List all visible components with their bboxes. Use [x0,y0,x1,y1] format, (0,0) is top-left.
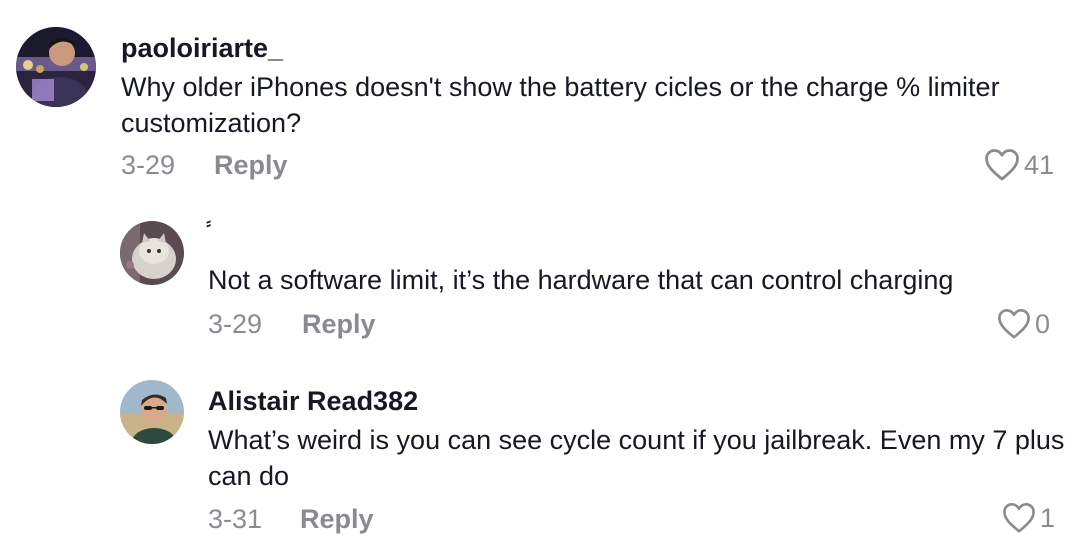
heart-icon [985,149,1019,181]
reply-button[interactable]: Reply [300,503,374,535]
comment-text: Why older iPhones doesn't show the batte… [121,72,1000,138]
comment-username[interactable]: Alistair Read382 [208,385,418,417]
reply-comment-item: ⸗ Not a software limit, it’s the hardwar… [0,190,1082,350]
heart-icon [1003,503,1035,533]
cat-avatar-icon [120,221,184,285]
comment-username[interactable]: ⸗ [206,214,211,234]
comment-text: What’s weird is you can see cycle count … [208,425,1065,491]
like-button[interactable]: 41 [984,148,1054,182]
heart-icon [998,309,1030,339]
comment-item: paoloiriarte_ Why older iPhones doesn't … [0,0,1082,190]
reply-button[interactable]: Reply [302,308,376,340]
like-button[interactable]: 0 [997,308,1050,340]
comment-username[interactable]: paoloiriarte_ [121,32,283,64]
like-button[interactable]: 1 [1002,502,1055,534]
reply-button[interactable]: Reply [214,149,288,181]
avatar[interactable] [16,27,96,107]
avatar[interactable] [120,380,184,444]
user-avatar-icon [16,27,96,107]
comment-date: 3-29 [208,309,263,339]
comment-text: Not a software limit, it’s the hardware … [208,265,954,295]
user-avatar-icon [120,380,184,444]
like-count: 0 [1035,309,1051,339]
comment-date: 3-29 [121,150,176,180]
like-count: 41 [1024,150,1055,180]
reply-comment-item: Alistair Read382 What’s weird is you can… [0,350,1082,560]
comment-date: 3-31 [208,504,263,534]
avatar[interactable] [120,221,184,285]
like-count: 1 [1040,503,1056,533]
